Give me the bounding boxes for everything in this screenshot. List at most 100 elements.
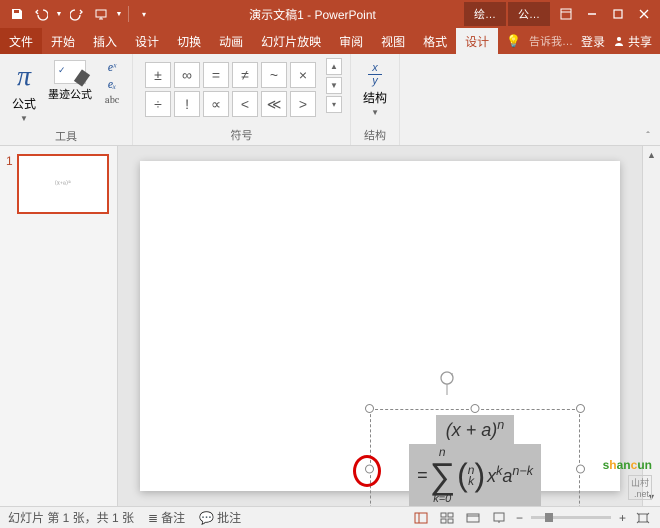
- slide-canvas[interactable]: (x + a)n = n ∑ k=0 ( nk ) xk: [140, 161, 620, 491]
- tab-review[interactable]: 审阅: [330, 28, 372, 54]
- undo-dropdown-icon[interactable]: ▼: [54, 3, 64, 25]
- pi-icon: π: [17, 60, 31, 93]
- tab-insert[interactable]: 插入: [84, 28, 126, 54]
- tab-design[interactable]: 设计: [126, 28, 168, 54]
- ink-equation-button[interactable]: ✓ 墨迹公式: [44, 58, 96, 104]
- resize-handle[interactable]: [576, 404, 585, 413]
- symbol-cell[interactable]: ~: [261, 62, 287, 88]
- workspace: 1 (x+a)ⁿ (x + a)n: [0, 146, 660, 506]
- symbol-cell[interactable]: ∝: [203, 91, 229, 117]
- professional-format-button[interactable]: eˣ: [102, 60, 122, 75]
- slide-editor[interactable]: (x + a)n = n ∑ k=0 ( nk ) xk: [118, 146, 642, 506]
- collapse-ribbon-icon[interactable]: ˆ: [640, 129, 656, 143]
- ribbon: π 公式▼ ✓ 墨迹公式 eˣ eₓ abc 工具 ± ∞ = ≠: [0, 54, 660, 146]
- tab-home[interactable]: 开始: [42, 28, 84, 54]
- sorter-view-icon[interactable]: [438, 510, 456, 526]
- reading-view-icon[interactable]: [464, 510, 482, 526]
- binomial: ( nk ): [457, 457, 485, 494]
- linear-format-button[interactable]: eₓ: [102, 77, 122, 92]
- save-icon[interactable]: [6, 3, 28, 25]
- tab-transitions[interactable]: 切换: [168, 28, 210, 54]
- gallery-scroll-up-icon[interactable]: ▲: [326, 58, 342, 75]
- symbol-cell[interactable]: ≪: [261, 91, 287, 117]
- contextual-tab-equation[interactable]: 公…: [508, 2, 550, 26]
- tab-format[interactable]: 格式: [414, 28, 456, 54]
- notes-button[interactable]: ≣ 备注: [148, 509, 185, 526]
- scroll-down-icon[interactable]: ▼: [643, 488, 660, 506]
- structures-button[interactable]: xy 结构▼: [359, 58, 391, 122]
- equation-object[interactable]: (x + a)n = n ∑ k=0 ( nk ) xk: [370, 409, 580, 506]
- symbol-cell[interactable]: !: [174, 91, 200, 117]
- ribbon-group-structures: xy 结构▼ 结构: [351, 54, 400, 145]
- rotate-handle-icon[interactable]: [438, 371, 456, 395]
- tab-file[interactable]: 文件: [0, 28, 42, 54]
- tab-view[interactable]: 视图: [372, 28, 414, 54]
- contextual-tab-drawing[interactable]: 绘…: [464, 2, 506, 26]
- group-label-symbols: 符号: [231, 125, 253, 145]
- sigma-icon: n ∑ k=0: [429, 446, 455, 505]
- start-slideshow-icon[interactable]: [90, 3, 112, 25]
- normal-text-button[interactable]: abc: [102, 94, 122, 106]
- minimize-icon[interactable]: [580, 3, 604, 25]
- signin-link[interactable]: 登录: [581, 33, 605, 50]
- zoom-out-button[interactable]: −: [516, 511, 523, 525]
- tab-animations[interactable]: 动画: [210, 28, 252, 54]
- close-icon[interactable]: [632, 3, 656, 25]
- redo-icon[interactable]: [66, 3, 88, 25]
- symbol-cell[interactable]: >: [290, 91, 316, 117]
- scroll-up-icon[interactable]: ▲: [643, 146, 660, 164]
- symbol-cell[interactable]: ±: [145, 62, 171, 88]
- qat-dropdown-icon[interactable]: ▼: [114, 3, 124, 25]
- symbol-cell[interactable]: ÷: [145, 91, 171, 117]
- qat-customize-icon[interactable]: ▾: [133, 3, 155, 25]
- group-label-tools: 工具: [55, 126, 77, 146]
- maximize-icon[interactable]: [606, 3, 630, 25]
- quick-access-toolbar: ▼ ▼ ▾: [0, 3, 161, 25]
- symbol-gallery: ± ∞ = ≠ ~ × ÷ ! ∝ < ≪ >: [141, 58, 320, 121]
- undo-icon[interactable]: [30, 3, 52, 25]
- zoom-slider[interactable]: [531, 516, 611, 519]
- vertical-scrollbar[interactable]: ▲ ▼: [642, 146, 660, 506]
- comments-button[interactable]: 💬 批注: [199, 509, 241, 526]
- resize-handle[interactable]: [471, 404, 480, 413]
- equation-content[interactable]: (x + a)n = n ∑ k=0 ( nk ) xk: [378, 415, 572, 506]
- ribbon-group-symbols: ± ∞ = ≠ ~ × ÷ ! ∝ < ≪ > ▲ ▼: [133, 54, 351, 145]
- contextual-tab-group: 绘… 公…: [464, 2, 550, 26]
- tell-me-bulb-icon: 💡: [506, 34, 521, 48]
- symbol-cell[interactable]: ≠: [232, 62, 258, 88]
- gallery-scroll-down-icon[interactable]: ▼: [326, 77, 342, 94]
- annotation-circle: [353, 455, 381, 487]
- fraction-icon: xy: [364, 62, 386, 87]
- tab-equation-design[interactable]: 设计: [456, 28, 498, 54]
- slide-counter[interactable]: 幻灯片 第 1 张，共 1 张: [8, 509, 134, 526]
- fit-window-icon[interactable]: [634, 510, 652, 526]
- slideshow-view-icon[interactable]: [490, 510, 508, 526]
- slide-thumbnail[interactable]: (x+a)ⁿ: [17, 154, 109, 214]
- ink-icon: ✓: [54, 60, 86, 84]
- normal-view-icon[interactable]: [412, 510, 430, 526]
- symbol-cell[interactable]: =: [203, 62, 229, 88]
- tell-me-input[interactable]: 告诉我…: [529, 33, 573, 49]
- group-label-structures: 结构: [364, 125, 386, 145]
- ribbon-options-icon[interactable]: [554, 3, 578, 25]
- chevron-down-icon: ▼: [20, 114, 28, 123]
- gallery-expand-icon[interactable]: ▾: [326, 96, 342, 113]
- zoom-thumb[interactable]: [545, 513, 553, 522]
- ribbon-tabs: 文件 开始 插入 设计 切换 动画 幻灯片放映 审阅 视图 格式 设计 💡 告诉…: [0, 28, 660, 54]
- equation-button[interactable]: π 公式▼: [8, 58, 40, 126]
- title-bar: ▼ ▼ ▾ 演示文稿1 - PowerPoint 绘… 公…: [0, 0, 660, 28]
- ribbon-group-tools: π 公式▼ ✓ 墨迹公式 eˣ eₓ abc 工具: [0, 54, 133, 145]
- symbol-cell[interactable]: <: [232, 91, 258, 117]
- status-bar: 幻灯片 第 1 张，共 1 张 ≣ 备注 💬 批注 − +: [0, 506, 660, 528]
- share-button[interactable]: 共享: [613, 33, 652, 50]
- equation-tail: xkan−k: [487, 464, 533, 487]
- resize-handle[interactable]: [576, 465, 585, 474]
- slide-thumbnail-panel: 1 (x+a)ⁿ: [0, 146, 118, 506]
- symbol-cell[interactable]: ∞: [174, 62, 200, 88]
- symbol-cell[interactable]: ×: [290, 62, 316, 88]
- equation-top: (x + a)n: [436, 415, 515, 444]
- zoom-in-button[interactable]: +: [619, 511, 626, 525]
- resize-handle[interactable]: [365, 404, 374, 413]
- slide-number: 1: [6, 154, 13, 214]
- tab-slideshow[interactable]: 幻灯片放映: [252, 28, 330, 54]
